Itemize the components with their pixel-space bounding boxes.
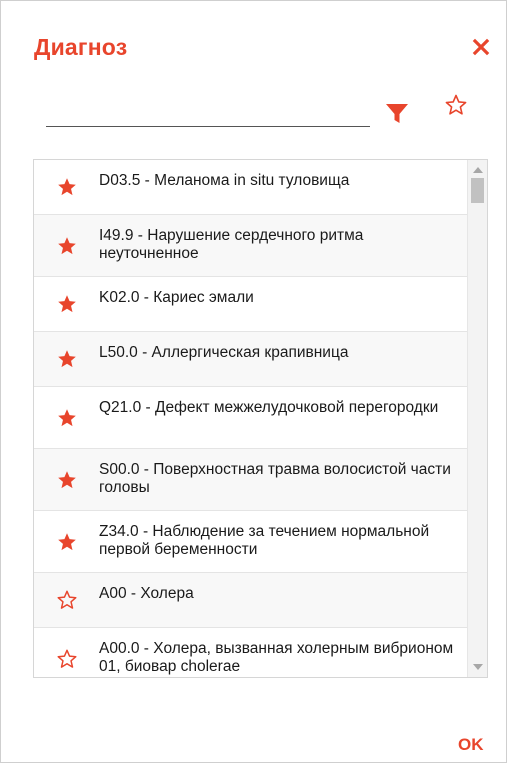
filter-button[interactable] [385, 101, 409, 125]
list-item[interactable]: S00.0 - Поверхностная травма волосистой … [34, 449, 467, 511]
diagnosis-list[interactable]: D03.5 - Меланома in situ туловища I49.9 -… [33, 159, 488, 678]
list-item[interactable]: Z34.0 - Наблюдение за течением нормально… [34, 511, 467, 573]
scroll-thumb[interactable] [471, 178, 484, 203]
star-outline-icon[interactable] [56, 648, 78, 670]
list-item-label: A00 - Холера [99, 585, 194, 602]
diagnosis-rows: D03.5 - Меланома in situ туловища I49.9 -… [34, 160, 487, 677]
scroll-down-arrow[interactable] [473, 664, 483, 670]
star-filled-icon[interactable] [56, 469, 78, 491]
star-outline-icon[interactable] [56, 589, 78, 611]
dialog-title: Диагноз [34, 34, 128, 60]
list-item-label: Q21.0 - Дефект межжелудочковой перегород… [99, 399, 439, 416]
scroll-up-arrow[interactable] [473, 167, 483, 173]
diagnosis-dialog: Диагноз D03.5 - Меланома in situ туловищ… [0, 0, 507, 763]
list-item[interactable]: A00 - Холера [34, 573, 467, 628]
list-item-label: A00.0 - Холера, вызванная холерным вибри… [99, 640, 454, 675]
list-item[interactable]: A00.0 - Холера, вызванная холерным вибри… [34, 628, 467, 677]
favorites-toggle-button[interactable] [444, 93, 468, 117]
list-item-label: D03.5 - Меланома in situ туловища [99, 172, 350, 189]
list-item-label: I49.9 - Нарушение сердечного ритма неуто… [99, 227, 364, 262]
close-icon [472, 38, 490, 56]
star-filled-icon[interactable] [56, 348, 78, 370]
search-input[interactable] [46, 99, 370, 127]
list-item[interactable]: L50.0 - Аллергическая крапивница [34, 332, 467, 387]
filter-icon [386, 104, 408, 123]
list-item[interactable]: Q21.0 - Дефект межжелудочковой перегород… [34, 387, 467, 449]
star-filled-icon[interactable] [56, 235, 78, 257]
star-filled-icon[interactable] [56, 407, 78, 429]
list-item-label: Z34.0 - Наблюдение за течением нормально… [99, 523, 430, 558]
star-filled-icon[interactable] [56, 531, 78, 553]
list-item-label: K02.0 - Кариес эмали [99, 289, 254, 306]
scrollbar[interactable] [467, 160, 487, 677]
list-item[interactable]: I49.9 - Нарушение сердечного ритма неуто… [34, 215, 467, 277]
list-item[interactable]: K02.0 - Кариес эмали [34, 277, 467, 332]
close-button[interactable] [471, 37, 491, 57]
star-filled-icon[interactable] [56, 176, 78, 198]
list-item-label: L50.0 - Аллергическая крапивница [99, 344, 349, 361]
ok-button[interactable]: OK [458, 735, 484, 755]
star-outline-icon [445, 94, 467, 115]
list-item-label: S00.0 - Поверхностная травма волосистой … [99, 461, 451, 496]
list-item[interactable]: D03.5 - Меланома in situ туловища [34, 160, 467, 215]
star-filled-icon[interactable] [56, 293, 78, 315]
